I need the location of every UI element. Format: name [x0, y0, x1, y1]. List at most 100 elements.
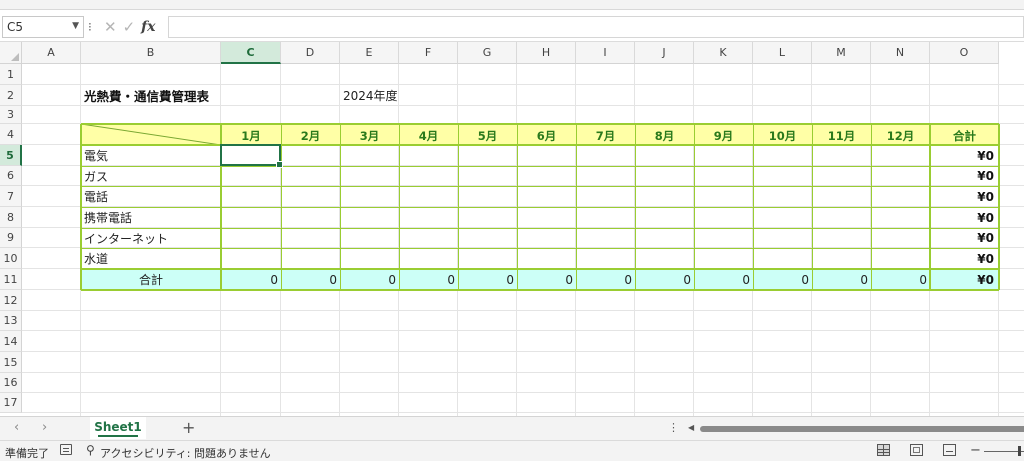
column-header-e[interactable]: E — [340, 42, 399, 64]
row-header-6[interactable]: 6 — [0, 166, 22, 186]
row-header-9[interactable]: 9 — [0, 228, 22, 248]
row-header-12[interactable]: 12 — [0, 290, 22, 311]
item-total[interactable]: ¥0 — [930, 248, 999, 269]
column-header-b[interactable]: B — [81, 42, 221, 64]
month-header[interactable]: 6月 — [517, 124, 576, 145]
column-header-a[interactable]: A — [22, 42, 81, 64]
month-total[interactable]: 0 — [458, 269, 517, 290]
worksheet-grid[interactable]: A B C D E F G H I J K L M N O 1 2 3 4 5 6 7 8 9 10 11 12 13 14 15 16 17… — [0, 42, 1024, 416]
chevron-down-icon[interactable]: ▼ — [72, 21, 79, 31]
month-header[interactable]: 11月 — [812, 124, 871, 145]
month-total[interactable]: 0 — [576, 269, 635, 290]
column-header-c[interactable]: C — [221, 42, 281, 64]
item-label[interactable]: 電話 — [81, 186, 221, 207]
table-border — [281, 124, 282, 290]
month-header[interactable]: 1月 — [221, 124, 281, 145]
column-header-i[interactable]: I — [576, 42, 635, 64]
next-sheet-icon[interactable]: › — [42, 420, 47, 435]
column-header-l[interactable]: L — [753, 42, 812, 64]
column-header-m[interactable]: M — [812, 42, 871, 64]
column-header-o[interactable]: O — [930, 42, 999, 64]
sheet-tab-sheet1[interactable]: Sheet1 — [90, 417, 146, 439]
column-header-g[interactable]: G — [458, 42, 517, 64]
zoom-out-icon[interactable]: − — [970, 443, 981, 458]
month-header[interactable]: 2月 — [281, 124, 340, 145]
row-header-11[interactable]: 11 — [0, 269, 22, 290]
column-header-j[interactable]: J — [635, 42, 694, 64]
month-header[interactable]: 10月 — [753, 124, 812, 145]
cancel-icon[interactable]: ✕ — [104, 18, 117, 36]
month-header[interactable]: 8月 — [635, 124, 694, 145]
month-total[interactable]: 0 — [635, 269, 694, 290]
item-total[interactable]: ¥0 — [930, 207, 999, 228]
zoom-slider-thumb[interactable] — [1018, 446, 1021, 456]
sheet-title[interactable]: 光熱費・通信費管理表 — [81, 85, 221, 106]
column-header-d[interactable]: D — [281, 42, 340, 64]
column-header-k[interactable]: K — [694, 42, 753, 64]
prev-sheet-icon[interactable]: ‹ — [14, 420, 19, 435]
horizontal-scrollbar[interactable] — [700, 426, 1024, 432]
accessibility-status[interactable]: アクセシビリティ: 問題ありません — [100, 445, 271, 461]
item-total[interactable]: ¥0 — [930, 186, 999, 207]
column-header-h[interactable]: H — [517, 42, 576, 64]
month-total[interactable]: 0 — [517, 269, 576, 290]
month-total[interactable]: 0 — [694, 269, 753, 290]
item-total[interactable]: ¥0 — [930, 166, 999, 186]
row-header-2[interactable]: 2 — [0, 85, 22, 106]
row-header-17[interactable]: 17 — [0, 393, 22, 413]
item-label[interactable]: 電気 — [81, 145, 221, 166]
column-header-f[interactable]: F — [399, 42, 458, 64]
item-label[interactable]: インターネット — [81, 228, 221, 248]
grand-total[interactable]: ¥0 — [930, 269, 999, 290]
item-label[interactable]: 水道 — [81, 248, 221, 269]
month-header[interactable]: 4月 — [399, 124, 458, 145]
month-header[interactable]: 12月 — [871, 124, 930, 145]
column-header-n[interactable]: N — [871, 42, 930, 64]
month-header[interactable]: 5月 — [458, 124, 517, 145]
add-sheet-icon[interactable]: + — [182, 418, 195, 437]
month-total[interactable]: 0 — [753, 269, 812, 290]
month-total[interactable]: 0 — [221, 269, 281, 290]
more-options-icon[interactable]: ⁝ — [88, 20, 92, 34]
month-header[interactable]: 3月 — [340, 124, 399, 145]
row-header-5[interactable]: 5 — [0, 145, 22, 166]
row-header-13[interactable]: 13 — [0, 311, 22, 331]
name-box[interactable]: C5 ▼ — [2, 16, 84, 38]
month-total[interactable]: 0 — [340, 269, 399, 290]
row-header-7[interactable]: 7 — [0, 186, 22, 207]
row-header-15[interactable]: 15 — [0, 352, 22, 373]
month-header[interactable]: 9月 — [694, 124, 753, 145]
item-label[interactable]: 携帯電話 — [81, 207, 221, 228]
accessibility-icon[interactable]: ⚲ — [86, 443, 95, 457]
active-cell-c5[interactable] — [220, 144, 283, 168]
row-header-8[interactable]: 8 — [0, 207, 22, 228]
row-header-3[interactable]: 3 — [0, 106, 22, 124]
more-tabs-icon[interactable]: ⋮ — [668, 421, 679, 434]
check-icon[interactable]: ✓ — [123, 18, 136, 36]
table-border — [576, 124, 577, 290]
month-total[interactable]: 0 — [399, 269, 458, 290]
total-row-label[interactable]: 合計 — [81, 269, 221, 290]
macro-record-icon[interactable] — [60, 444, 72, 455]
month-total[interactable]: 0 — [871, 269, 930, 290]
select-all-button[interactable] — [0, 42, 22, 64]
month-header[interactable]: 7月 — [576, 124, 635, 145]
row-header-16[interactable]: 16 — [0, 373, 22, 393]
item-total[interactable]: ¥0 — [930, 228, 999, 248]
row-header-4[interactable]: 4 — [0, 124, 22, 145]
normal-view-icon[interactable] — [877, 444, 890, 456]
row-header-14[interactable]: 14 — [0, 331, 22, 352]
item-label[interactable]: ガス — [81, 166, 221, 186]
total-column-header[interactable]: 合計 — [930, 124, 999, 145]
formula-input[interactable] — [168, 16, 1024, 38]
insert-function-icon[interactable]: fx — [141, 19, 155, 35]
row-header-10[interactable]: 10 — [0, 248, 22, 269]
row-header-1[interactable]: 1 — [0, 64, 22, 85]
fiscal-year[interactable]: 2024年度 — [340, 85, 399, 106]
page-layout-view-icon[interactable] — [910, 444, 923, 456]
scroll-left-icon[interactable]: ◀ — [688, 423, 694, 432]
item-total[interactable]: ¥0 — [930, 145, 999, 166]
month-total[interactable]: 0 — [812, 269, 871, 290]
month-total[interactable]: 0 — [281, 269, 340, 290]
page-break-view-icon[interactable] — [943, 444, 956, 456]
